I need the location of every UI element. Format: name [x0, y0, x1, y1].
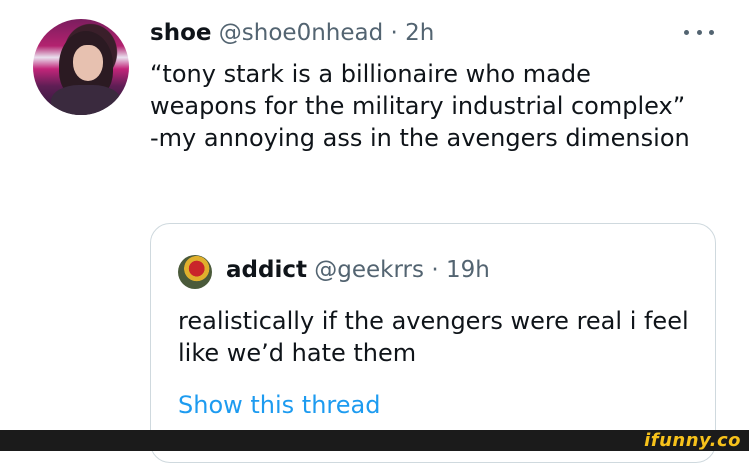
avatar-face: [73, 45, 103, 81]
ifunny-watermark-logo: ifunny.co: [644, 430, 741, 451]
more-dot: [684, 29, 689, 35]
watermark-bar: ifunny.co: [0, 430, 749, 451]
separator-dot: ·: [431, 257, 439, 283]
author-handle[interactable]: @shoe0nhead: [219, 20, 383, 46]
quoted-tweet-text: realistically if the avengers were real …: [178, 307, 689, 367]
quoted-author-avatar[interactable]: [178, 255, 212, 289]
more-options-icon[interactable]: [684, 20, 714, 44]
more-dot: [709, 29, 714, 35]
tweet-time[interactable]: 2h: [405, 20, 434, 46]
author-avatar[interactable]: [33, 19, 129, 115]
author-name[interactable]: shoe: [150, 20, 211, 46]
quoted-author-name[interactable]: addict: [226, 257, 307, 283]
show-thread-link[interactable]: Show this thread: [178, 390, 380, 420]
tweet-text: “tony stark is a billionaire who made we…: [150, 60, 690, 152]
quoted-tweet-time[interactable]: 19h: [446, 257, 490, 283]
avatar-body: [51, 85, 121, 115]
tweet-header: shoe @shoe0nhead · 2h: [150, 18, 434, 48]
quoted-tweet-header: addict @geekrrs · 19h: [226, 255, 490, 285]
quoted-tweet-card[interactable]: addict @geekrrs · 19h realistically if t…: [150, 223, 716, 463]
separator-dot: ·: [390, 20, 398, 46]
quoted-author-handle[interactable]: @geekrrs: [314, 257, 424, 283]
more-dot: [696, 29, 702, 35]
